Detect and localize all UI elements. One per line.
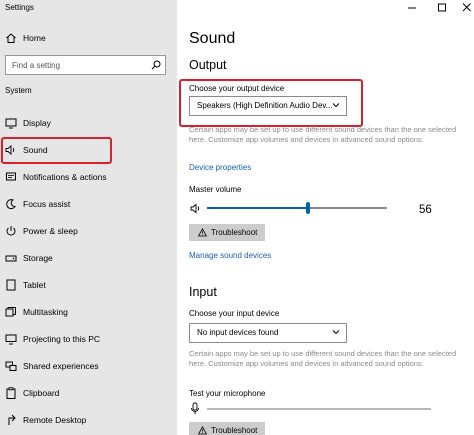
sidebar-item-display[interactable]: Display [0,113,177,135]
output-device-label: Choose your output device [189,84,285,93]
home-icon [6,33,16,43]
sidebar-item-multitasking[interactable]: Multitasking [0,302,177,324]
sidebar-item-label: Storage [23,253,53,263]
page-title: Sound [189,30,236,47]
home-nav-item[interactable]: Home [0,28,177,50]
sound-highlight [1,137,112,164]
chevron-down-icon [332,103,340,108]
microphone-level-bar [207,408,431,410]
sidebar-item-label: Remote Desktop [23,415,87,425]
search-input[interactable] [12,58,142,72]
test-microphone-label: Test your microphone [189,389,266,398]
focus-assist-icon [6,199,16,210]
multitasking-icon [5,307,16,317]
search-icon[interactable] [151,60,161,70]
microphone-icon [191,402,199,414]
power-icon [6,226,16,236]
output-troubleshoot-button[interactable]: Troubleshoot [189,224,265,241]
master-volume-slider[interactable] [207,200,387,216]
output-heading: Output [189,58,227,72]
sidebar-item-label: Notifications & actions [23,172,107,182]
app-title: Settings [5,3,34,12]
input-troubleshoot-button[interactable]: Troubleshoot [189,422,265,435]
tablet-icon [6,279,16,291]
sidebar-item-label: Clipboard [23,388,60,398]
device-properties-link[interactable]: Device properties [189,163,251,172]
volume-fill [207,207,308,209]
search-box[interactable] [5,55,166,75]
input-device-dropdown[interactable]: No input devices found [189,323,347,343]
sidebar-item-tablet[interactable]: Tablet [0,275,177,297]
sidebar-item-storage[interactable]: Storage [0,248,177,270]
display-icon [5,118,17,129]
section-label: System [5,86,32,95]
input-device-label: Choose your input device [189,309,280,318]
notifications-icon [6,172,16,181]
input-device-value: No input devices found [197,328,279,337]
storage-icon [5,255,17,262]
main-content: Sound Output Choose your output device S… [177,0,474,435]
warning-icon [198,228,207,237]
manage-sound-devices-link[interactable]: Manage sound devices [189,251,271,260]
warning-icon [198,426,207,435]
volume-track [308,207,387,209]
clipboard-icon [6,387,16,399]
sidebar: Settings Home System Display Sound [0,0,177,435]
volume-thumb[interactable] [306,202,310,214]
sidebar-item-label: Projecting to this PC [23,334,101,344]
troubleshoot-label: Troubleshoot [211,426,258,435]
chevron-down-icon [332,330,340,335]
volume-value: 56 [419,204,432,216]
sidebar-item-shared-experiences[interactable]: Shared experiences [0,356,177,378]
sidebar-item-label: Tablet [23,280,46,290]
sidebar-item-power-sleep[interactable]: Power & sleep [0,221,177,243]
sidebar-item-notifications[interactable]: Notifications & actions [0,167,177,189]
minimize-icon[interactable] [405,2,419,14]
master-volume-label: Master volume [189,185,242,194]
sidebar-item-clipboard[interactable]: Clipboard [0,383,177,405]
projecting-icon [5,334,17,345]
shared-experiences-icon [5,361,17,371]
sidebar-item-label: Power & sleep [23,226,78,236]
maximize-icon[interactable] [435,2,449,14]
sidebar-item-label: Shared experiences [23,361,99,371]
close-icon[interactable] [460,2,474,14]
sidebar-item-label: Multitasking [23,307,68,317]
troubleshoot-label: Troubleshoot [211,228,258,237]
home-label: Home [23,33,46,43]
output-info-text: Certain apps may be set up to use differ… [189,125,457,144]
sidebar-item-label: Display [23,118,51,128]
remote-desktop-icon [8,414,16,425]
sidebar-item-focus-assist[interactable]: Focus assist [0,194,177,216]
speaker-icon[interactable] [190,203,202,214]
input-info-text: Certain apps may be set up to use differ… [189,349,457,368]
sidebar-item-label: Focus assist [23,199,71,209]
output-device-dropdown[interactable]: Speakers (High Definition Audio Dev... [189,96,347,116]
sidebar-item-remote-desktop[interactable]: Remote Desktop [0,410,177,432]
sidebar-item-projecting[interactable]: Projecting to this PC [0,329,177,351]
output-device-value: Speakers (High Definition Audio Dev... [197,101,333,110]
input-heading: Input [189,285,217,299]
